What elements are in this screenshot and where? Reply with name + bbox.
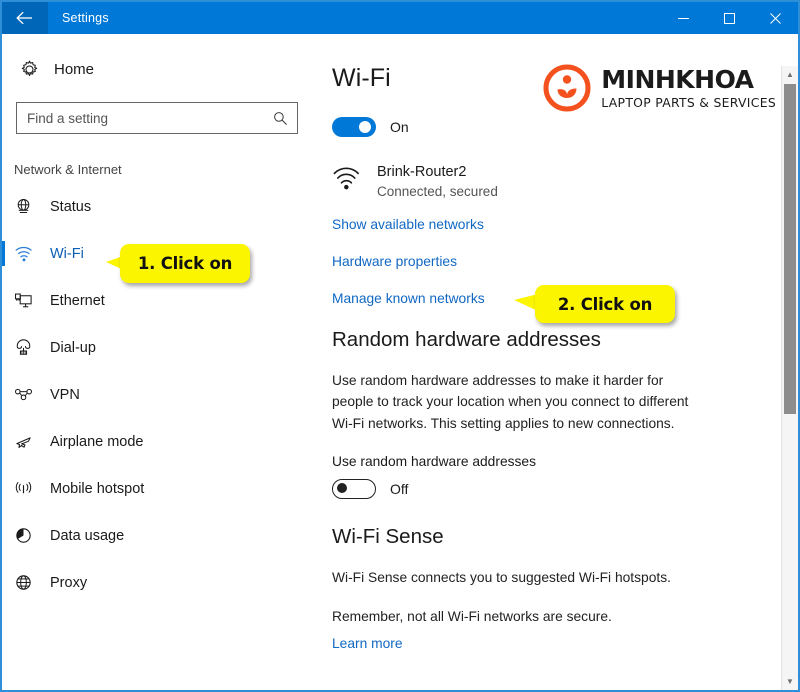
search-box[interactable] [16,102,298,134]
window-title: Settings [62,11,109,25]
sidebar-item-label: Mobile hotspot [50,480,145,497]
random-hardware-sub-label: Use random hardware addresses [332,453,536,469]
sidebar-item-ethernet[interactable]: Ethernet [2,277,320,324]
sidebar-item-home[interactable]: Home [2,52,320,86]
show-available-networks-link[interactable]: Show available networks [332,217,484,232]
network-name: Brink-Router2 [377,164,467,180]
window-controls [660,2,798,34]
back-arrow-icon [16,11,32,25]
wifi-sense-heading: Wi-Fi Sense [332,524,444,548]
search-icon[interactable] [273,111,297,126]
sidebar-item-mobile-hotspot[interactable]: Mobile hotspot [2,465,320,512]
hotspot-icon [14,479,44,498]
maximize-button[interactable] [706,2,752,34]
callout-2: 2. Click on [535,285,675,323]
sidebar-item-airplane-mode[interactable]: Airplane mode [2,418,320,465]
random-hardware-toggle-label: Off [390,480,409,497]
sidebar: Home Network & Internet [2,34,320,690]
random-hardware-description: Use random hardware addresses to make it… [332,372,689,431]
watermark-subtitle: LAPTOP PARTS & SERVICES [601,94,776,110]
main-panel: Wi-Fi On Brink-Router2 Connected, secure… [320,34,798,690]
vertical-scrollbar[interactable]: ▲ ▼ [781,66,798,690]
ethernet-icon [14,291,44,310]
learn-more-link[interactable]: Learn more [332,636,403,651]
callout-1: 1. Click on [120,244,250,283]
wifi-toggle-row: On [332,117,798,137]
sidebar-item-proxy[interactable]: Proxy [2,559,320,606]
manage-known-networks-link[interactable]: Manage known networks [332,291,485,306]
sidebar-item-status[interactable]: Status [2,183,320,230]
gear-icon [20,60,46,79]
scroll-up-arrow-icon[interactable]: ▲ [782,66,798,83]
airplane-icon [14,432,44,451]
title-bar: Settings [2,2,798,34]
connected-network[interactable]: Brink-Router2 Connected, secured [332,163,798,201]
home-label: Home [54,60,95,78]
settings-window: Settings Home Find a setting Network & I… [0,0,800,692]
page-title: Wi-Fi [332,64,391,92]
pie-chart-icon [14,526,44,545]
back-button[interactable] [2,2,48,34]
hardware-properties-link[interactable]: Hardware properties [332,254,457,269]
sidebar-item-label: Proxy [50,574,88,591]
sidebar-item-label: Data usage [50,527,125,544]
wifi-toggle-label: On [390,119,409,135]
sidebar-category-label: Network & Internet [14,162,122,177]
sidebar-item-label: VPN [50,386,80,403]
random-hardware-toggle[interactable] [332,478,376,499]
network-info: Brink-Router2 Connected, secured [377,163,498,201]
random-hardware-heading: Random hardware addresses [332,327,601,351]
scroll-down-arrow-icon[interactable]: ▼ [782,673,798,690]
minimize-button[interactable] [660,2,706,34]
wifi-sense-note: Remember, not all Wi-Fi networks are sec… [332,609,612,625]
search-input[interactable] [17,110,273,126]
toggle-knob [359,121,371,133]
maximize-icon [723,12,735,24]
sidebar-item-vpn[interactable]: VPN [2,371,320,418]
window-content: Home Network & Internet [2,34,798,690]
globe-icon [14,573,44,592]
sidebar-item-data-usage[interactable]: Data usage [2,512,320,559]
dialup-phone-icon [14,338,44,357]
sidebar-item-dialup[interactable]: Dial-up [2,324,320,371]
sidebar-item-label: Status [50,198,92,215]
wifi-icon [14,244,44,263]
wifi-sense-description: Wi-Fi Sense connects you to suggested Wi… [332,569,671,585]
close-icon [769,12,781,24]
wifi-toggle[interactable] [332,117,376,137]
close-button[interactable] [752,2,798,34]
globe-network-icon [14,197,44,216]
sidebar-item-label: Wi-Fi [50,245,84,262]
toggle-knob [337,482,347,493]
random-hardware-toggle-row: Off [332,478,798,499]
wifi-connected-icon [332,166,363,197]
minimize-icon [677,17,689,19]
vpn-icon [14,385,44,404]
sidebar-item-label: Ethernet [50,292,105,309]
sidebar-item-label: Dial-up [50,339,96,356]
network-status: Connected, secured [377,183,498,199]
sidebar-item-label: Airplane mode [50,433,144,450]
scrollbar-thumb[interactable] [784,84,796,414]
